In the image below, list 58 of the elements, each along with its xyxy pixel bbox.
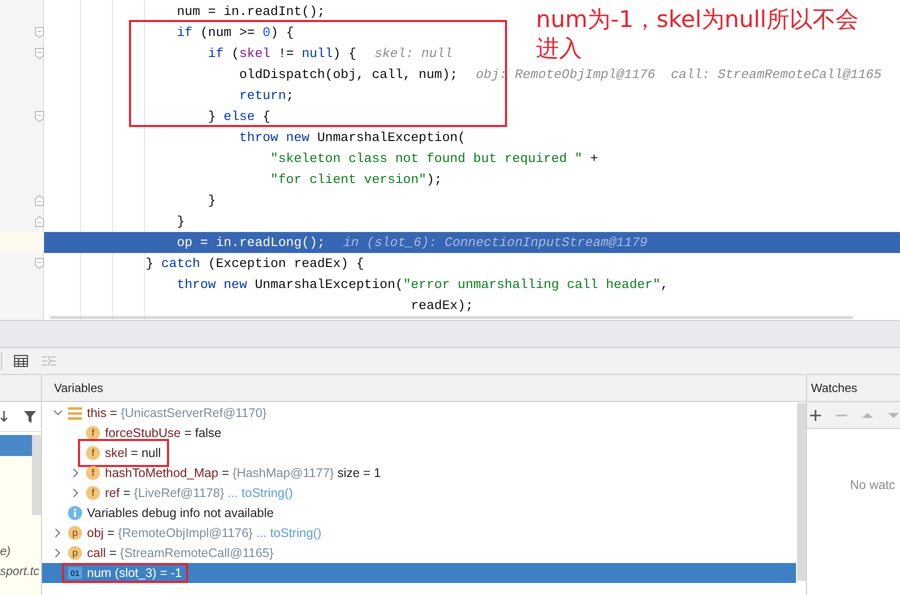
parameter-icon: p <box>68 546 82 560</box>
variable-label: num (slot_3) = -1 <box>87 566 182 580</box>
expand-chevron-icon[interactable] <box>55 528 61 538</box>
field-icon: f <box>86 446 100 460</box>
panel-title: Variables <box>53 381 104 395</box>
table-icon[interactable] <box>12 353 30 369</box>
expand-chevron-icon[interactable] <box>55 548 61 558</box>
selected-variable-row[interactable]: 01 num (slot_3) = -1 <box>42 563 796 583</box>
field-icon: f <box>86 486 100 500</box>
frame-item[interactable]: sport.tc <box>0 561 41 581</box>
code-line: "for client version"); <box>269 172 442 187</box>
horizontal-scrollbar[interactable] <box>50 316 853 319</box>
code-line: oldDispatch(obj, call, num); obj: RemoteObjImpl@1176 call: StreamRemoteCall@1165 <box>238 67 882 82</box>
field-icon: f <box>86 426 100 440</box>
code-line: num = in.readInt(); <box>176 4 326 19</box>
vertical-scrollbar[interactable] <box>797 403 806 581</box>
expand-chevron-icon[interactable] <box>73 488 79 498</box>
add-icon[interactable] <box>810 410 821 420</box>
info-icon <box>68 506 82 520</box>
code-line: } <box>176 214 185 229</box>
fold-marker-icon[interactable] <box>35 27 44 38</box>
info-message: Variables debug info not available <box>87 506 274 520</box>
object-icon <box>68 406 82 420</box>
code-line: if (num >= 0) { <box>176 25 294 40</box>
variable-label: hashToMethod_Map = {HashMap@1177} size = 1 <box>105 466 381 480</box>
code-line: } catch (Exception readEx) { <box>144 256 364 271</box>
parameter-icon: p <box>68 526 82 540</box>
variable-label: obj = {RemoteObjImpl@1176} ... toString() <box>87 526 322 540</box>
local-variable-icon: 01 <box>68 567 82 579</box>
code-line: return; <box>238 88 294 103</box>
code-line: throw new UnmarshalException( <box>238 130 466 145</box>
annotation-text: num为-1，skel为null所以不会进入 <box>536 6 860 64</box>
vertical-scrollbar[interactable] <box>32 435 41 515</box>
fold-marker-icon[interactable] <box>35 48 44 59</box>
code-line: } else { <box>207 109 270 124</box>
code-line: throw new UnmarshalException("error unmarshalling call header", <box>176 277 668 292</box>
fold-marker-icon[interactable] <box>35 258 44 269</box>
variable-label: forceStubUse = false <box>105 426 222 440</box>
variable-label: skel = null <box>105 446 161 460</box>
panel-title: Watches <box>810 381 858 395</box>
expand-chevron-icon[interactable] <box>73 468 79 478</box>
code-line: readEx); <box>410 298 474 313</box>
variable-label: ref = {LiveRef@1178} ... toString() <box>105 486 293 500</box>
code-line: } <box>207 193 216 208</box>
variable-label: call = {StreamRemoteCall@1165} <box>87 546 274 560</box>
code-editor[interactable] <box>0 0 900 320</box>
filter-icon[interactable] <box>24 410 36 422</box>
code-line: op = in.readLong(); in (slot_6): ConnectionInputStream@1179 <box>176 235 648 250</box>
frame-item[interactable]: e) <box>0 541 41 561</box>
fold-marker-icon[interactable] <box>35 111 44 122</box>
code-line: if (skel != null) { skel: null <box>207 46 453 61</box>
code-line: "skeleton class not found but required " + <box>269 151 598 166</box>
empty-message: No watc <box>849 477 896 492</box>
selected-frame-row[interactable] <box>0 435 32 456</box>
down-arrow-icon[interactable] <box>0 410 8 422</box>
field-icon: f <box>86 466 100 480</box>
variable-label: this = {UnicastServerRef@1170} <box>87 406 267 420</box>
collapse-chevron-icon[interactable] <box>53 410 63 416</box>
